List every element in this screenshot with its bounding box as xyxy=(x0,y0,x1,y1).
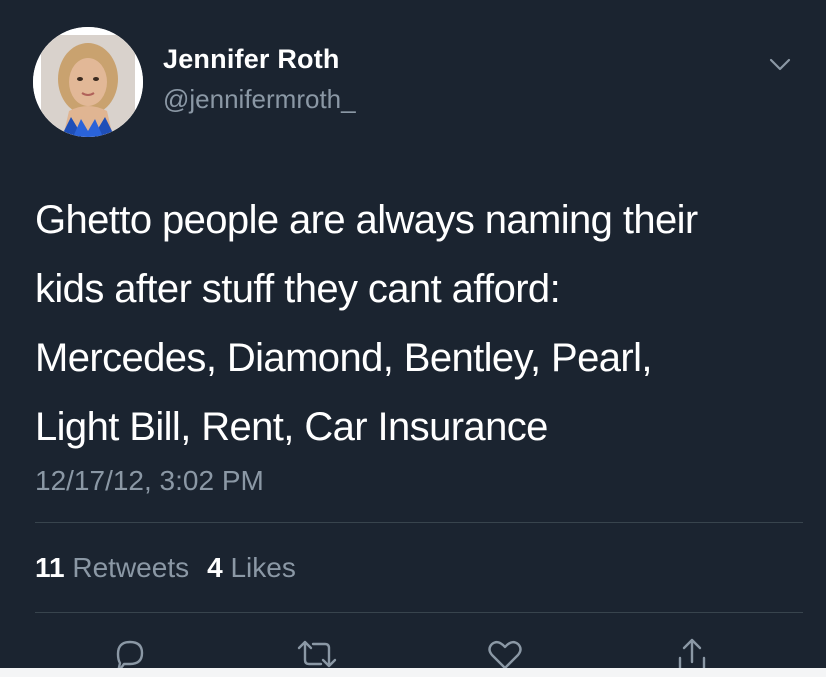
tweet-text-line: kids after stuff they cant afford: xyxy=(35,267,561,311)
likes-label: Likes xyxy=(230,552,296,583)
retweets-count: 11 xyxy=(35,552,65,583)
tweet-timestamp: 12/17/12, 3:02 PM xyxy=(35,465,264,496)
engagement-stats: 11 Retweets 4 Likes xyxy=(35,552,296,584)
heart-icon[interactable] xyxy=(483,634,527,668)
tweet-card: Jennifer Roth @jennifermroth_ Ghetto peo… xyxy=(0,0,826,668)
reply-icon[interactable] xyxy=(108,634,152,668)
tweet-text-line: Ghetto people are always naming their xyxy=(35,198,698,242)
tweet-text-line: Mercedes, Diamond, Bentley, Pearl, xyxy=(35,336,653,380)
avatar[interactable] xyxy=(33,27,143,137)
tweet-text: Ghetto people are always naming their ki… xyxy=(35,186,795,462)
likes-stat[interactable]: 4 Likes xyxy=(207,552,296,583)
divider xyxy=(35,522,803,523)
user-handle[interactable]: @jennifermroth_ xyxy=(163,84,356,115)
likes-count: 4 xyxy=(207,552,223,583)
retweets-stat[interactable]: 11 Retweets xyxy=(35,552,189,583)
avatar-photo xyxy=(33,27,143,137)
share-icon[interactable] xyxy=(670,634,714,668)
tweet-text-line: Light Bill, Rent, Car Insurance xyxy=(35,405,548,449)
retweet-icon[interactable] xyxy=(295,634,339,668)
action-bar xyxy=(0,628,826,668)
chevron-down-icon[interactable] xyxy=(768,57,792,73)
retweets-label: Retweets xyxy=(72,552,190,583)
display-name[interactable]: Jennifer Roth xyxy=(163,44,340,75)
bottom-edge xyxy=(0,668,826,677)
divider xyxy=(35,612,803,613)
